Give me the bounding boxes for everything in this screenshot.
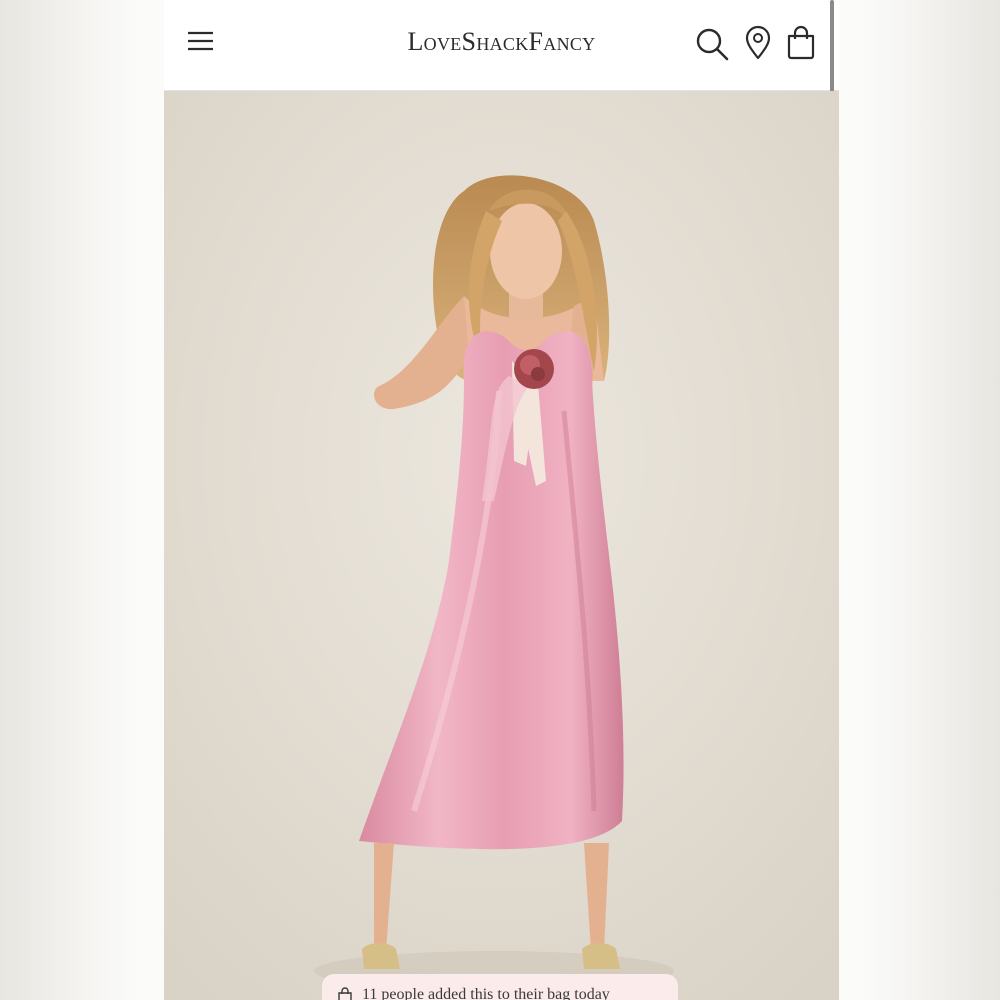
social-proof-toast: 11 people added this to their bag today (322, 974, 678, 1000)
shopping-bag-icon (787, 25, 815, 60)
product-image[interactable] (164, 91, 839, 1000)
search-icon (696, 28, 729, 61)
search-button[interactable] (694, 24, 730, 62)
toast-text: 11 people added this to their bag today (362, 986, 610, 1000)
store-locator-button[interactable] (742, 24, 778, 62)
site-header: LoveShackFancy (164, 0, 839, 91)
location-pin-icon (745, 25, 771, 60)
shopping-bag-button[interactable] (784, 24, 820, 62)
mobile-page: LoveShackFancy 11 people added this to t… (164, 0, 839, 1000)
brand-logo[interactable]: LoveShackFancy (164, 27, 839, 57)
shopping-bag-icon (338, 987, 352, 1000)
